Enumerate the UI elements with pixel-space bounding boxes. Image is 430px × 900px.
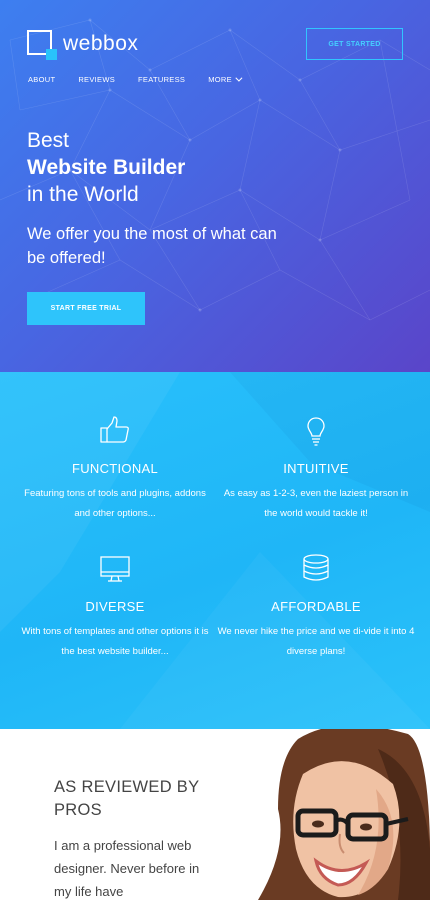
feature-description: We never hike the price and we di-vide i… — [217, 626, 415, 657]
lightbulb-icon — [307, 417, 325, 446]
hero-title-line3: in the World — [27, 183, 139, 206]
feature-functional: FUNCTIONAL Featuring tons of tools and p… — [15, 415, 215, 524]
feature-description: As easy as 1-2-3, even the laziest perso… — [223, 488, 409, 519]
logo[interactable]: webbox — [27, 29, 139, 60]
logo-text: webbox — [63, 32, 139, 55]
hero-title-line2: Website Builder — [27, 156, 186, 179]
coins-icon — [303, 554, 329, 581]
feature-intuitive: INTUITIVE As easy as 1-2-3, even the laz… — [216, 415, 416, 524]
feature-title: AFFORDABLE — [271, 599, 361, 614]
review-quote: I am a professional web designer. Never … — [54, 838, 200, 899]
feature-affordable: AFFORDABLE We never hike the price and w… — [216, 553, 416, 662]
main-nav: ABOUT REVIEWS FEATURESS MORE — [28, 74, 263, 84]
feature-title: FUNCTIONAL — [71, 461, 159, 476]
nav-item-reviews[interactable]: REVIEWS — [78, 75, 115, 84]
nav-item-more-label: MORE — [208, 75, 232, 84]
thumbs-up-icon — [100, 416, 129, 443]
hero-title-line1: Best — [27, 129, 70, 152]
features-section: FUNCTIONAL Featuring tons of tools and p… — [0, 372, 430, 729]
review-section: AS REVIEWED BY PROS I am a professional … — [0, 729, 430, 900]
get-started-button[interactable]: GET STARTED — [306, 28, 403, 60]
review-title: AS REVIEWED BY PROS — [54, 778, 200, 819]
nav-item-features[interactable]: FEATURESS — [138, 75, 185, 84]
start-free-trial-button[interactable]: START FREE TRIAL — [27, 292, 145, 325]
hero-section: webbox GET STARTED ABOUT REVIEWS FEATURE… — [0, 0, 430, 372]
hero-subtitle: We offer you the most of what can be off… — [27, 225, 277, 267]
reviewer-photo — [258, 729, 430, 900]
feature-diverse: DIVERSE With tons of templates and other… — [15, 553, 215, 662]
feature-title: INTUITIVE — [283, 461, 349, 476]
feature-description: With tons of templates and other options… — [21, 626, 209, 657]
nav-item-more[interactable]: MORE — [208, 74, 243, 84]
logo-mark-icon — [27, 30, 57, 60]
feature-title: DIVERSE — [85, 599, 145, 614]
monitor-icon — [100, 556, 130, 582]
chevron-down-icon — [235, 74, 243, 82]
nav-item-about[interactable]: ABOUT — [28, 75, 55, 84]
feature-description: Featuring tons of tools and plugins, add… — [24, 488, 206, 519]
